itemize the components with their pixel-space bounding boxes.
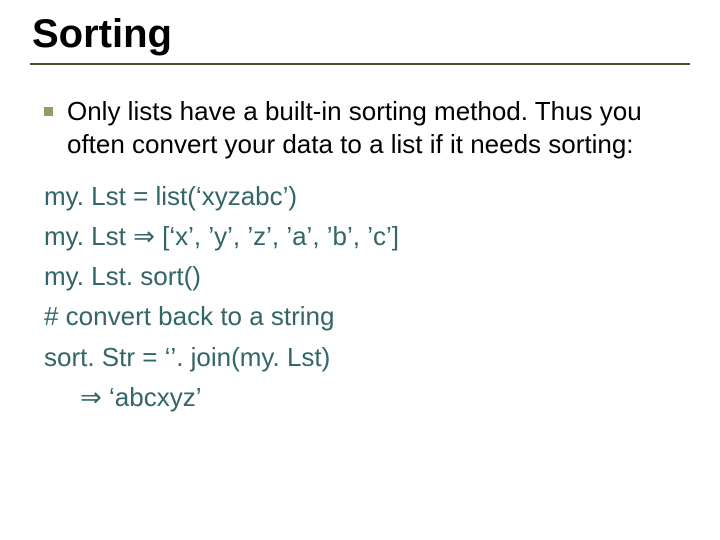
code-line-1: my. Lst = list(‘xyzabc’) [44, 176, 680, 216]
bullet-item: Only lists have a built-in sorting metho… [44, 95, 680, 162]
arrow-icon: ⇒ [80, 382, 102, 412]
bullet-text: Only lists have a built-in sorting metho… [67, 95, 680, 162]
code-line-3: my. Lst. sort() [44, 256, 680, 296]
slide-body: Only lists have a built-in sorting metho… [30, 95, 690, 417]
code-line-5: sort. Str = ‘’. join(my. Lst) [44, 337, 680, 377]
code-line-6: ⇒ ‘abcxyz’ [44, 377, 680, 417]
slide: Sorting Only lists have a built-in sorti… [0, 0, 720, 540]
code-line-4: # convert back to a string [44, 296, 680, 336]
code-line-6-text: ‘abcxyz’ [102, 382, 202, 412]
square-bullet-icon [44, 107, 53, 116]
code-block: my. Lst = list(‘xyzabc’) my. Lst ⇒ [‘x’,… [44, 176, 680, 418]
title-rule: Sorting [30, 12, 690, 65]
slide-title: Sorting [30, 12, 690, 57]
code-line-2: my. Lst ⇒ [‘x’, ’y’, ’z’, ’a’, ’b’, ’c’] [44, 216, 680, 256]
